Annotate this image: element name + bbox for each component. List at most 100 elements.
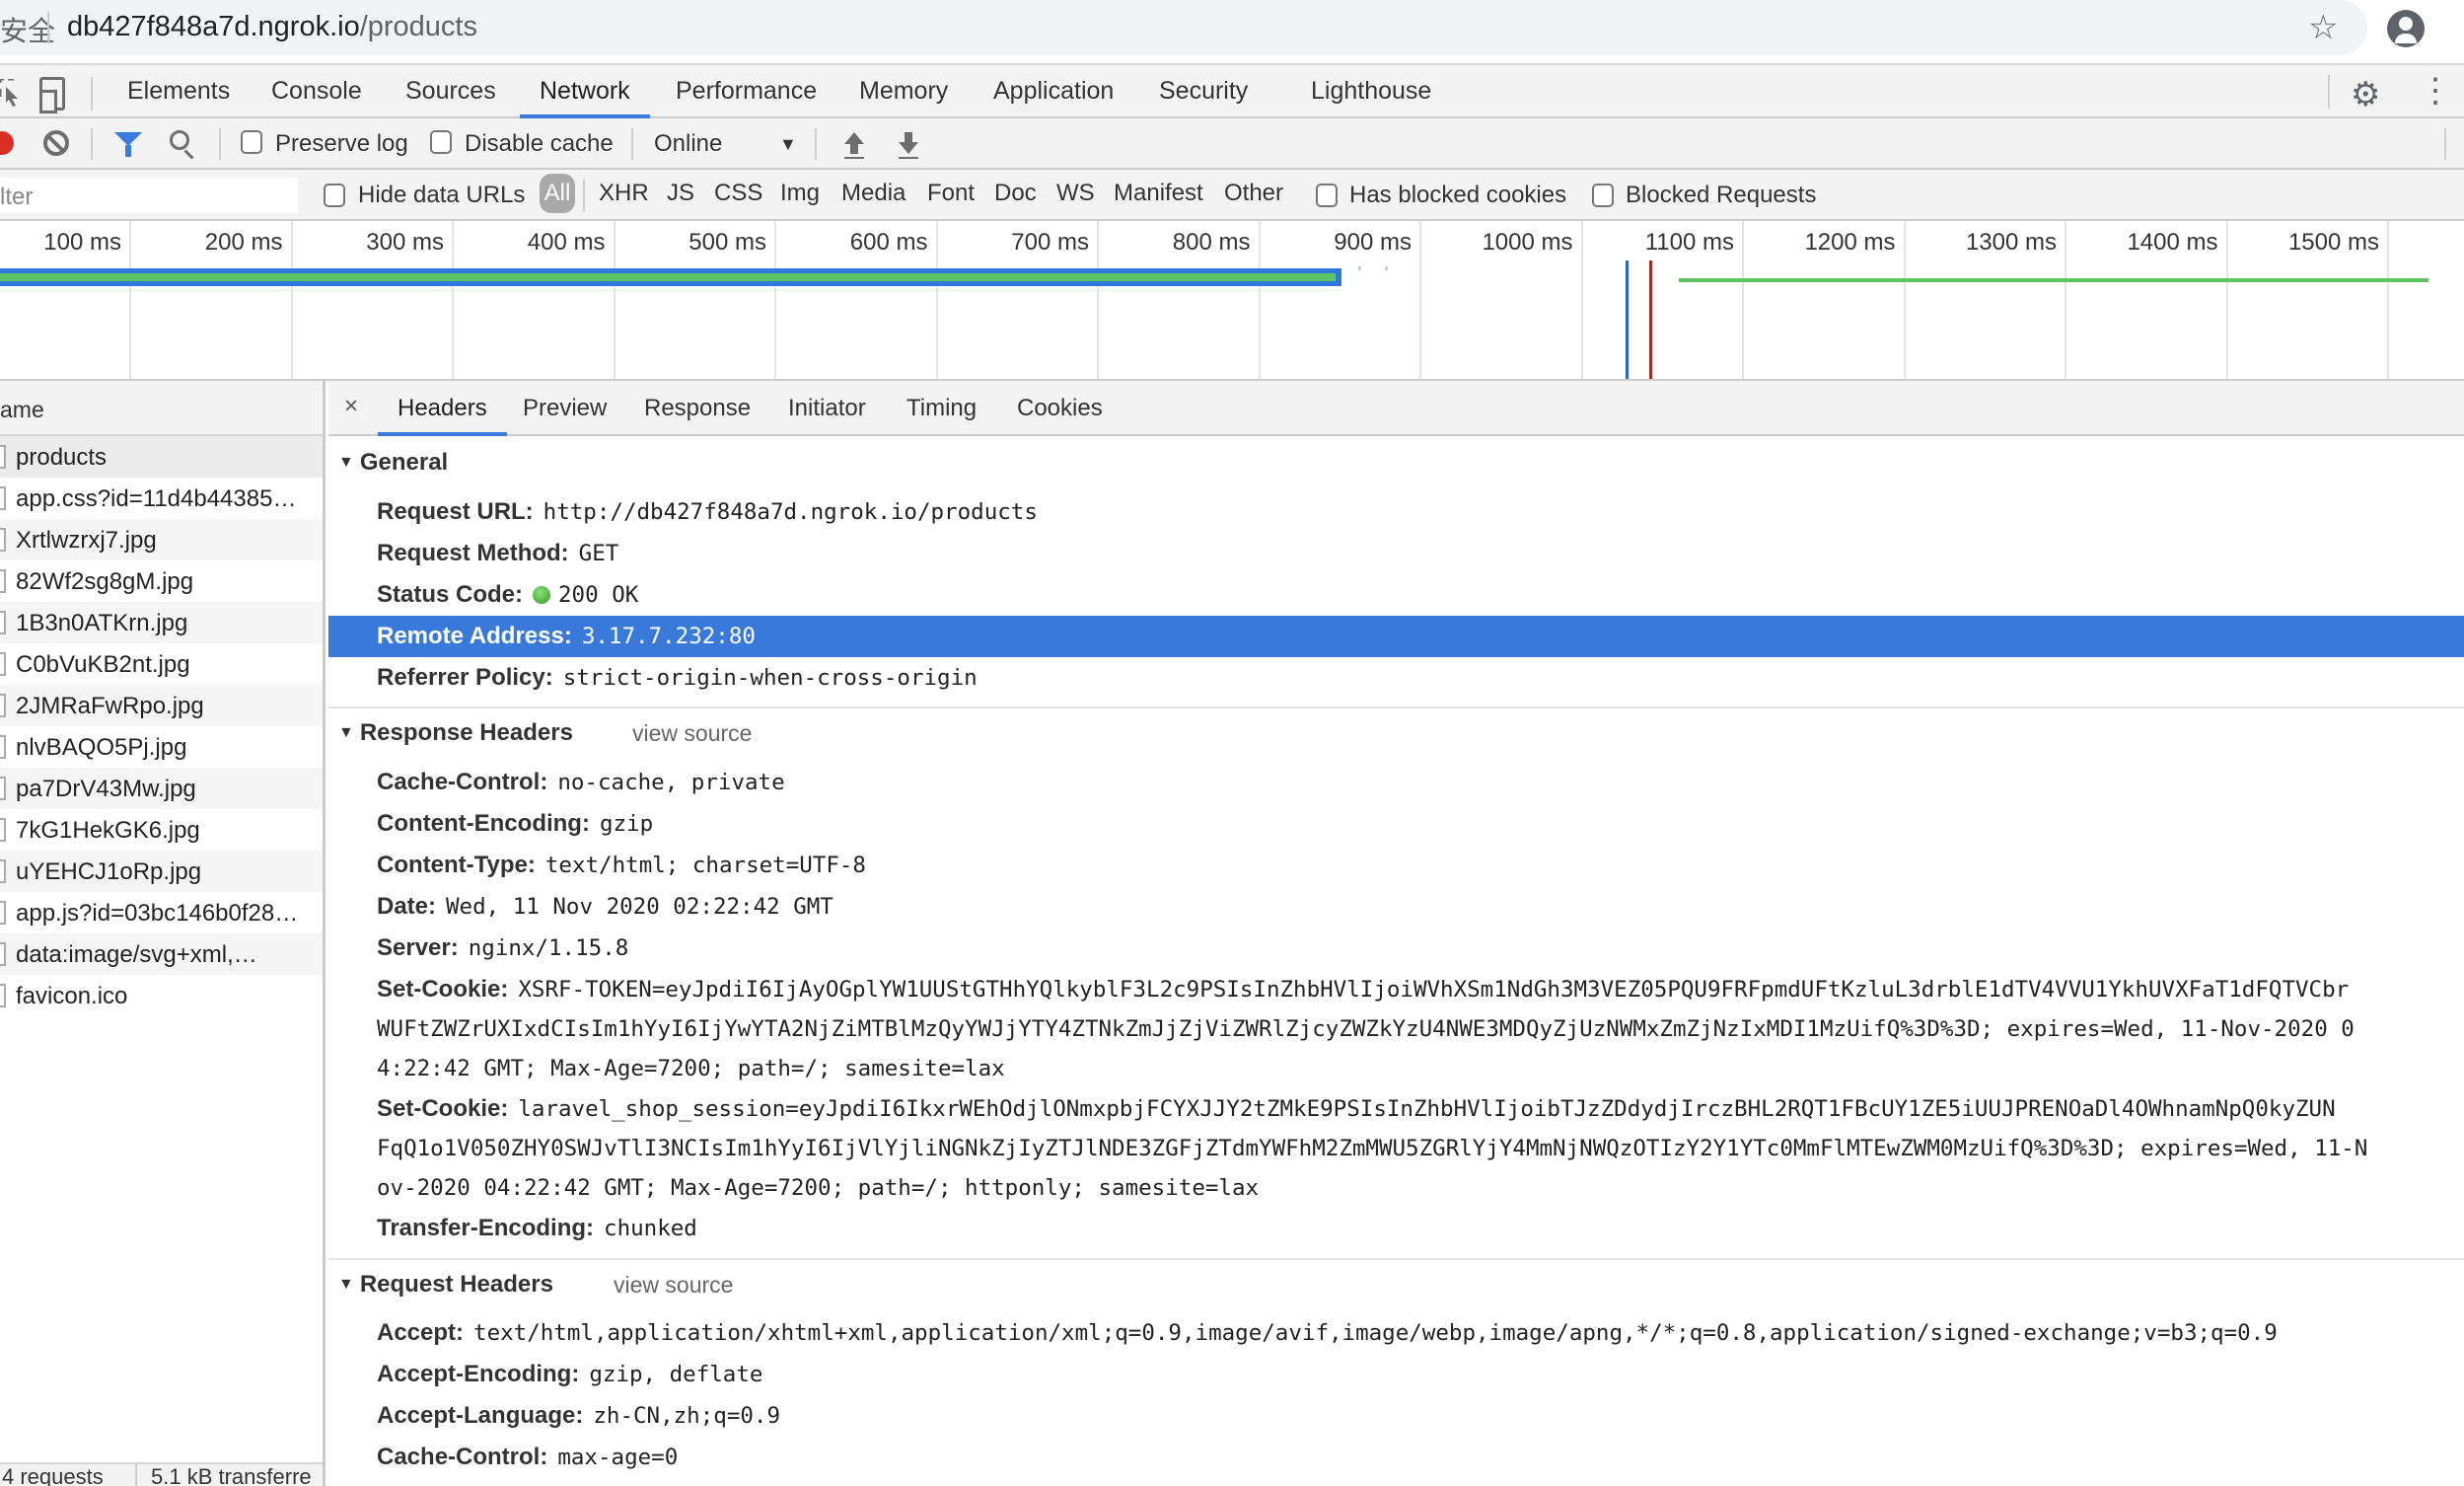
header-row[interactable]: Status Code: 200 OK — [328, 574, 2464, 616]
throttling-dropdown-icon[interactable]: ▼ — [779, 134, 797, 155]
request-row[interactable]: favicon.ico — [0, 975, 323, 1016]
inspect-element-icon[interactable] — [0, 79, 20, 107]
settings-gear-icon[interactable]: ⚙ — [2351, 75, 2380, 114]
tab-preview[interactable]: Preview — [523, 395, 607, 436]
tab-response[interactable]: Response — [644, 395, 751, 436]
type-filter-doc[interactable]: Doc — [994, 180, 1037, 207]
record-icon[interactable] — [0, 131, 14, 155]
tab-security[interactable]: Security — [1159, 77, 1248, 118]
header-row[interactable]: Request URL: http://db427f848a7d.ngrok.io… — [328, 491, 2464, 533]
tab-elements[interactable]: Elements — [127, 77, 230, 118]
clear-icon[interactable] — [43, 130, 69, 156]
type-filter-img[interactable]: Img — [780, 180, 820, 207]
tab-application[interactable]: Application — [993, 77, 1114, 118]
header-row-set-cookie-xsrf[interactable]: Set-Cookie: XSRF-TOKEN=eyJpdiI6IjAyOGplYW… — [328, 969, 2464, 1010]
filter-funnel-icon[interactable] — [114, 132, 142, 157]
omnibox-divider — [47, 12, 49, 43]
header-value: ov-2020 04:22:42 GMT; Max-Age=7200; path… — [377, 1175, 1260, 1201]
filter-input-text: lter — [0, 184, 34, 210]
device-toolbar-icon[interactable] — [39, 77, 65, 113]
request-headers-section-toggle[interactable]: ▼ Request Headers — [338, 1271, 553, 1299]
tab-memory[interactable]: Memory — [859, 77, 948, 118]
response-view-source-link[interactable]: view source — [632, 720, 752, 747]
request-row[interactable]: 82Wf2sg8gM.jpg — [0, 560, 323, 602]
request-row[interactable]: products — [0, 436, 323, 478]
request-row[interactable]: nlvBAQO5Pj.jpg — [0, 726, 323, 768]
bookmark-star-icon[interactable]: ☆ — [2308, 8, 2338, 47]
url-text[interactable]: db427f848a7d.ngrok.io/products — [67, 11, 477, 43]
response-headers-title: Response Headers — [359, 719, 573, 746]
more-options-icon[interactable]: ⋮ — [2419, 71, 2452, 111]
request-row[interactable]: 7kG1HekGK6.jpg — [0, 809, 323, 851]
header-row[interactable]: Referrer Policy: strict-origin-when-cross… — [328, 657, 2464, 699]
request-row[interactable]: C0bVuKB2nt.jpg — [0, 643, 323, 685]
tab-network[interactable]: Network — [520, 77, 650, 118]
timeline-tick-label: 1100 ms — [1644, 229, 1734, 256]
has-blocked-cookies-checkbox[interactable] — [1316, 184, 1338, 207]
file-type-icon — [0, 569, 6, 593]
type-filter-css[interactable]: CSS — [714, 180, 762, 207]
general-section-toggle[interactable]: ▼ General — [338, 449, 448, 477]
header-row[interactable]: Accept: text/html,application/xhtml+xml,a… — [328, 1312, 2464, 1354]
tab-initiator[interactable]: Initiator — [788, 395, 866, 436]
name-column-header[interactable]: ame — [0, 381, 323, 436]
tab-timing[interactable]: Timing — [906, 395, 977, 436]
tab-lighthouse[interactable]: Lighthouse — [1311, 77, 1431, 118]
request-row[interactable]: pa7DrV43Mw.jpg — [0, 768, 323, 809]
type-filter-all[interactable]: All — [540, 174, 575, 213]
header-row[interactable]: Server: nginx/1.15.8 — [328, 928, 2464, 969]
preserve-log-label[interactable]: Preserve log — [275, 130, 408, 158]
header-key: Server: — [377, 934, 459, 961]
tab-performance[interactable]: Performance — [676, 77, 817, 118]
request-row[interactable]: data:image/svg+xml,… — [0, 933, 323, 975]
hide-data-urls-label[interactable]: Hide data URLs — [358, 182, 525, 209]
request-row[interactable]: app.css?id=11d4b44385… — [0, 478, 323, 519]
header-row[interactable]: Accept-Language: zh-CN,zh;q=0.9 — [328, 1395, 2464, 1437]
type-filter-js[interactable]: JS — [667, 180, 694, 207]
type-filter-ws[interactable]: WS — [1056, 180, 1095, 207]
request-row[interactable]: 2JMRaFwRpo.jpg — [0, 685, 323, 726]
header-row[interactable]: Content-Type: text/html; charset=UTF-8 — [328, 845, 2464, 886]
disable-cache-checkbox[interactable] — [430, 130, 452, 154]
disable-cache-label[interactable]: Disable cache — [465, 130, 614, 158]
request-row[interactable]: 1B3n0ATKrn.jpg — [0, 602, 323, 643]
export-har-icon[interactable] — [897, 130, 920, 160]
preserve-log-checkbox[interactable] — [241, 130, 262, 154]
header-row[interactable]: Transfer-Encoding: chunked — [328, 1208, 2464, 1249]
network-overview-timeline[interactable]: 100 ms 200 ms 300 ms 400 ms 500 ms 600 ms 700 … — [0, 221, 2464, 381]
search-icon[interactable] — [170, 130, 189, 150]
type-filter-manifest[interactable]: Manifest — [1114, 180, 1203, 207]
tab-headers[interactable]: Headers — [378, 395, 507, 436]
header-row[interactable]: Cache-Control: max-age=0 — [328, 1437, 2464, 1478]
header-row[interactable]: Request Method: GET — [328, 533, 2464, 574]
header-row-set-cookie-session[interactable]: Set-Cookie: laravel_shop_session=eyJpdiI6… — [328, 1088, 2464, 1130]
type-filter-xhr[interactable]: XHR — [599, 180, 649, 207]
response-headers-section-toggle[interactable]: ▼ Response Headers — [338, 719, 573, 747]
header-row-selected[interactable]: Remote Address: 3.17.7.232:80 — [328, 616, 2464, 657]
blocked-requests-checkbox[interactable] — [1592, 184, 1614, 207]
header-row[interactable]: Content-Encoding: gzip — [328, 803, 2464, 845]
type-filter-other[interactable]: Other — [1224, 180, 1283, 207]
throttling-select[interactable]: Online — [654, 130, 722, 158]
tab-sources[interactable]: Sources — [405, 77, 496, 118]
account-avatar-icon[interactable] — [2387, 10, 2425, 47]
type-filter-media[interactable]: Media — [841, 180, 906, 207]
request-row[interactable]: uYEHCJ1oRp.jpg — [0, 851, 323, 892]
request-view-source-link[interactable]: view source — [614, 1272, 733, 1299]
devtools-tab-bar: Elements Console Sources Network Perform… — [0, 63, 2464, 118]
hide-data-urls-checkbox[interactable] — [324, 184, 345, 207]
type-filter-font[interactable]: Font — [927, 180, 975, 207]
tab-console[interactable]: Console — [271, 77, 362, 118]
close-detail-icon[interactable]: × — [344, 393, 358, 420]
header-row[interactable]: Accept-Encoding: gzip, deflate — [328, 1354, 2464, 1395]
import-har-icon[interactable] — [842, 130, 866, 160]
request-row[interactable]: Xrtlwzrxj7.jpg — [0, 519, 323, 560]
filter-input[interactable]: lter — [0, 178, 298, 213]
header-row[interactable]: Cache-Control: no-cache, private — [328, 762, 2464, 803]
header-row[interactable]: Date: Wed, 11 Nov 2020 02:22:42 GMT — [328, 886, 2464, 928]
request-row[interactable]: app.js?id=03bc146b0f28… — [0, 892, 323, 933]
tab-cookies[interactable]: Cookies — [1017, 395, 1103, 436]
has-blocked-cookies-label[interactable]: Has blocked cookies — [1349, 182, 1566, 209]
header-key: Transfer-Encoding: — [377, 1215, 595, 1241]
blocked-requests-label[interactable]: Blocked Requests — [1626, 182, 1816, 209]
